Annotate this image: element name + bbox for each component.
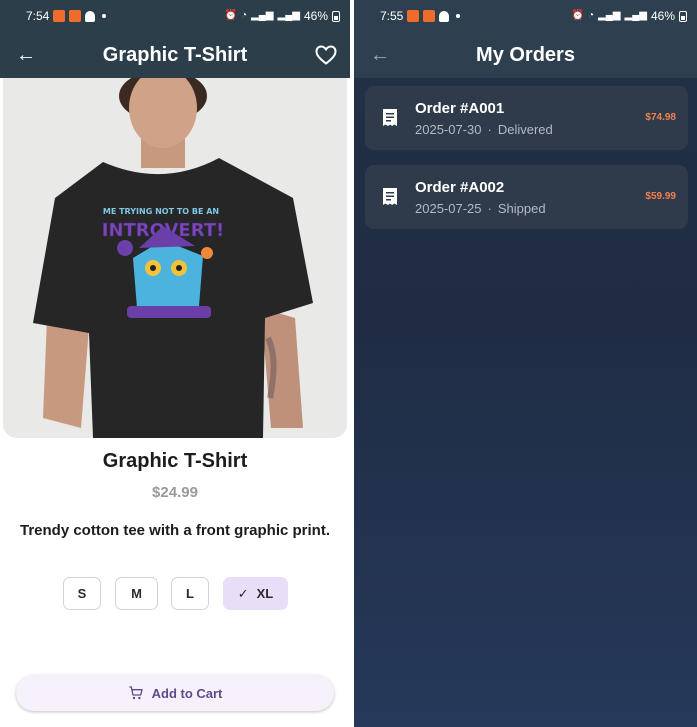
size-label: M xyxy=(131,586,142,601)
app-bar: ← My Orders xyxy=(354,32,697,78)
wifi-icon: ◔ xyxy=(240,10,248,21)
order-meta: 2025-07-30 · Delivered xyxy=(415,122,553,137)
order-status: Delivered xyxy=(497,122,553,137)
product-name: Graphic T-Shirt xyxy=(102,450,248,472)
order-total: $74.98 xyxy=(645,112,676,123)
battery-icon xyxy=(679,10,687,22)
status-time: 7:55 xyxy=(380,9,404,23)
shopping-cart-icon xyxy=(128,686,143,700)
separator-dot: · xyxy=(487,201,492,216)
status-bar: 7:54 ⏰ ◔ ▂▄▆ ▂▄▆ 46% xyxy=(0,0,350,32)
more-notifications-dot-icon xyxy=(102,14,107,18)
alarm-icon: ⏰ xyxy=(224,10,237,21)
wifi-icon: ◔ xyxy=(587,10,595,21)
size-label: S xyxy=(77,586,87,601)
order-meta: 2025-07-25 · Shipped xyxy=(415,201,546,216)
order-id: Order #A001 xyxy=(415,100,505,117)
signal-icon: ▂▄▆ xyxy=(624,10,647,21)
order-date: 2025-07-25 xyxy=(415,201,482,216)
my-orders-screen: 7:55 ⏰ ◔ ▂▄▆ ▂▄▆ 46% ← My Orders Order #… xyxy=(354,0,697,727)
product-description: Trendy cotton tee with a front graphic p… xyxy=(19,522,330,539)
notification-app-icon xyxy=(423,10,436,22)
back-arrow-icon[interactable]: ← xyxy=(0,32,44,78)
page-title: Graphic T-Shirt xyxy=(102,43,248,66)
add-to-cart-label: Add to Cart xyxy=(151,685,223,701)
battery-icon xyxy=(332,10,340,22)
heart-icon[interactable] xyxy=(314,43,338,67)
back-arrow-icon[interactable]: ← xyxy=(354,32,398,78)
size-label: L xyxy=(186,586,194,601)
snapchat-icon xyxy=(439,10,450,22)
size-selector: S M L ✓ XL xyxy=(0,577,350,610)
more-notifications-dot-icon xyxy=(456,14,461,18)
size-option-m[interactable]: M xyxy=(115,577,158,610)
battery-percent: 46% xyxy=(303,9,328,23)
order-date: 2025-07-30 xyxy=(415,122,482,137)
signal-icon: ▂▄▆ xyxy=(277,10,300,21)
notification-app-icon xyxy=(407,10,420,22)
size-option-xl[interactable]: ✓ XL xyxy=(223,577,288,610)
app-bar: ← Graphic T-Shirt xyxy=(0,32,350,78)
receipt-icon xyxy=(383,109,397,126)
svg-text:ME TRYING NOT TO BE AN: ME TRYING NOT TO BE AN xyxy=(103,207,219,216)
order-card[interactable]: Order #A001 2025-07-30 · Delivered $74.98 xyxy=(365,86,688,150)
order-id: Order #A002 xyxy=(415,179,505,196)
order-status: Shipped xyxy=(497,201,546,216)
product-detail-screen: 7:54 ⏰ ◔ ▂▄▆ ▂▄▆ 46% ← Graphic T-Shirt M… xyxy=(0,0,350,727)
notification-app-icon xyxy=(69,10,82,22)
size-option-s[interactable]: S xyxy=(63,577,101,610)
signal-icon: ▂▄▆ xyxy=(598,10,621,21)
order-card[interactable]: Order #A002 2025-07-25 · Shipped $59.99 xyxy=(365,165,688,229)
order-total: $59.99 xyxy=(645,191,676,202)
product-image: ME TRYING NOT TO BE AN INTROVERT! xyxy=(3,78,347,438)
separator-dot: · xyxy=(487,122,492,137)
product-price: $24.99 xyxy=(152,484,198,501)
receipt-icon xyxy=(383,188,397,205)
add-to-cart-button[interactable]: Add to Cart xyxy=(16,675,334,711)
battery-percent: 46% xyxy=(650,9,675,23)
alarm-icon: ⏰ xyxy=(571,10,584,21)
page-title: My Orders xyxy=(476,43,575,66)
checkmark-icon: ✓ xyxy=(237,585,249,601)
signal-icon: ▂▄▆ xyxy=(251,10,274,21)
status-time: 7:54 xyxy=(26,9,50,23)
size-label: XL xyxy=(256,586,274,601)
size-option-l[interactable]: L xyxy=(171,577,209,610)
notification-app-icon xyxy=(53,10,66,22)
status-bar: 7:55 ⏰ ◔ ▂▄▆ ▂▄▆ 46% xyxy=(354,0,697,32)
snapchat-icon xyxy=(85,10,96,22)
